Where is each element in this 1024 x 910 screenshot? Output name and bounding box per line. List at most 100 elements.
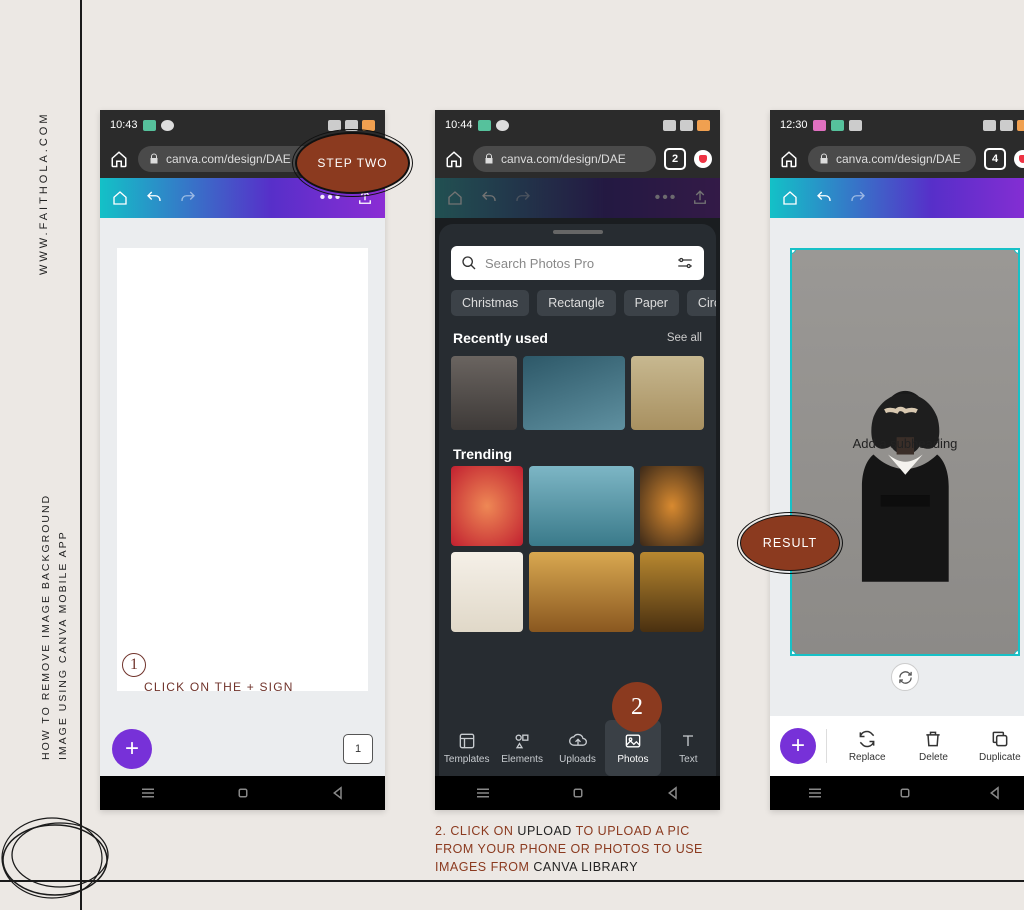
tab-count-button[interactable]: 4 xyxy=(984,148,1006,170)
url-text: canva.com/design/DAE xyxy=(166,152,291,166)
redo-icon[interactable] xyxy=(178,188,198,208)
nav-home-icon[interactable] xyxy=(569,784,587,802)
phone-screenshot-1: 10:43 canva.com/design/DAE 2 xyxy=(100,110,385,810)
resize-handle[interactable] xyxy=(1014,248,1020,254)
photos-icon xyxy=(623,731,643,751)
resize-handle[interactable] xyxy=(1014,650,1020,656)
battery-icon xyxy=(1017,120,1024,131)
status-icon xyxy=(478,120,491,131)
canvas-area[interactable]: 1 CLICK ON THE + SIGN xyxy=(100,218,385,721)
duplicate-action[interactable]: Duplicate xyxy=(970,729,1024,763)
phone-screenshot-3: 12:30 canva.com/design/DAE 4 xyxy=(770,110,1024,810)
url-bar[interactable]: canva.com/design/DAE xyxy=(808,146,976,172)
nav-home-icon[interactable] xyxy=(234,784,252,802)
photo-thumbnail[interactable] xyxy=(640,466,704,546)
canvas-area[interactable]: Add a subheading xyxy=(770,218,1024,716)
rotate-button[interactable] xyxy=(891,663,919,691)
chip-christmas[interactable]: Christmas xyxy=(451,290,529,316)
suggestion-chips: Christmas Rectangle Paper Circle Arro xyxy=(439,286,716,326)
nav-back-icon[interactable] xyxy=(664,784,682,802)
android-nav-bar xyxy=(100,776,385,810)
photo-thumbnail[interactable] xyxy=(529,466,633,546)
photo-thumbnail[interactable] xyxy=(451,356,517,430)
section-recently-used: Recently used xyxy=(453,330,548,346)
drag-handle[interactable] xyxy=(553,230,603,234)
photo-thumbnail[interactable] xyxy=(451,552,523,632)
undo-icon[interactable] xyxy=(814,188,834,208)
trending-grid xyxy=(439,466,716,640)
see-all-link[interactable]: See all xyxy=(667,332,702,344)
tutorial-title-line1: HOW TO REMOVE IMAGE BACKGROUND xyxy=(38,460,55,760)
replace-icon xyxy=(857,729,877,749)
pages-button[interactable]: 1 xyxy=(343,734,373,764)
resize-handle[interactable] xyxy=(790,650,796,656)
decorative-horizontal-line xyxy=(0,880,1024,882)
subheading-text[interactable]: Add a subheading xyxy=(792,436,1018,451)
delete-action[interactable]: Delete xyxy=(903,729,963,763)
resize-handle[interactable] xyxy=(896,248,914,250)
status-time: 12:30 xyxy=(780,119,808,131)
separator xyxy=(826,729,827,763)
nav-recent-icon[interactable] xyxy=(806,784,824,802)
browser-home-button[interactable] xyxy=(443,148,465,170)
android-nav-bar xyxy=(770,776,1024,810)
signal-icon xyxy=(1000,120,1013,131)
resize-handle[interactable] xyxy=(790,248,796,254)
filter-icon[interactable] xyxy=(676,254,694,272)
url-text: canva.com/design/DAE xyxy=(836,152,961,166)
tab-text[interactable]: Text xyxy=(661,720,716,776)
nav-recent-icon[interactable] xyxy=(474,784,492,802)
nav-back-icon[interactable] xyxy=(329,784,347,802)
search-input[interactable]: Search Photos Pro xyxy=(451,246,704,280)
tab-uploads[interactable]: Uploads xyxy=(550,720,605,776)
undo-icon[interactable] xyxy=(144,188,164,208)
status-icon xyxy=(813,120,826,131)
photo-thumbnail[interactable] xyxy=(529,552,633,632)
tab-count-button[interactable]: 2 xyxy=(664,148,686,170)
decorative-vertical-line xyxy=(80,0,82,910)
add-button[interactable]: + xyxy=(780,728,816,764)
replace-action[interactable]: Replace xyxy=(837,729,897,763)
canva-toolbar xyxy=(770,178,1024,218)
tab-elements[interactable]: Elements xyxy=(494,720,549,776)
android-nav-bar xyxy=(435,776,720,810)
browser-home-button[interactable] xyxy=(108,148,130,170)
resize-handle[interactable] xyxy=(1018,443,1020,461)
annotation-1-text: CLICK ON THE + SIGN xyxy=(144,680,294,694)
tab-templates[interactable]: Templates xyxy=(439,720,494,776)
phone-screenshot-2: 10:44 canva.com/design/DAE 2 xyxy=(435,110,720,810)
panel-backdrop: Search Photos Pro Christmas Rectangle Pa… xyxy=(435,218,720,776)
blank-canvas-page[interactable] xyxy=(117,248,368,691)
photo-thumbnail[interactable] xyxy=(631,356,704,430)
photo-thumbnail[interactable] xyxy=(640,552,704,632)
add-button[interactable]: + xyxy=(112,729,152,769)
duplicate-icon xyxy=(990,729,1010,749)
step-number-2-badge: 2 xyxy=(612,682,662,732)
browser-home-button[interactable] xyxy=(778,148,800,170)
extension-icon[interactable] xyxy=(1014,150,1024,168)
canva-home-icon[interactable] xyxy=(110,188,130,208)
status-time: 10:43 xyxy=(110,119,138,131)
status-icon xyxy=(831,120,844,131)
url-text: canva.com/design/DAE xyxy=(501,152,626,166)
elements-icon xyxy=(512,731,532,751)
url-bar[interactable]: canva.com/design/DAE xyxy=(473,146,656,172)
status-bar: 10:44 xyxy=(435,110,720,140)
chip-circle[interactable]: Circle xyxy=(687,290,716,316)
nav-home-icon[interactable] xyxy=(896,784,914,802)
nav-back-icon[interactable] xyxy=(986,784,1004,802)
text-icon xyxy=(678,731,698,751)
extension-icon[interactable] xyxy=(694,150,712,168)
nav-recent-icon[interactable] xyxy=(139,784,157,802)
photo-thumbnail[interactable] xyxy=(451,466,523,546)
site-url-label: WWW.FAITHOLA.COM xyxy=(38,112,50,276)
canva-home-icon[interactable] xyxy=(780,188,800,208)
redo-icon[interactable] xyxy=(848,188,868,208)
chip-rectangle[interactable]: Rectangle xyxy=(537,290,615,316)
resize-handle[interactable] xyxy=(790,443,792,461)
panel-tabs: Templates Elements Uploads Photos xyxy=(439,720,716,776)
chip-paper[interactable]: Paper xyxy=(624,290,679,316)
photo-thumbnail[interactable] xyxy=(523,356,625,430)
selected-image[interactable]: Add a subheading xyxy=(790,248,1020,656)
status-icon xyxy=(143,120,156,131)
